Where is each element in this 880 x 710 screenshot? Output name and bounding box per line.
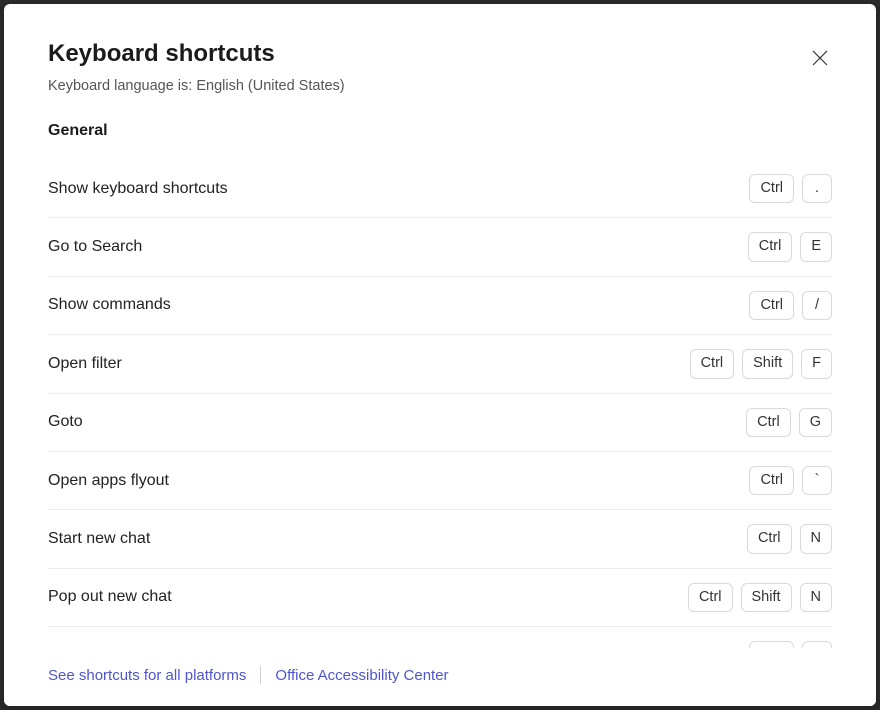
key-group: Ctrl `	[749, 466, 832, 495]
shortcut-row: Show keyboard shortcuts Ctrl.	[48, 160, 832, 218]
shortcut-label: Open filter	[48, 355, 122, 373]
key-cap: N	[800, 583, 832, 612]
shortcut-list: Show keyboard shortcuts Ctrl. Go to Search…	[48, 160, 832, 648]
key-group: Ctrl N	[747, 524, 832, 553]
key-group: Ctrl.	[749, 174, 832, 203]
keyboard-shortcuts-dialog: Keyboard shortcuts Keyboard language is:…	[4, 4, 876, 706]
key-cap: Ctrl	[749, 174, 794, 203]
shortcut-row: Pop out new chat Ctrl Shift N	[48, 569, 832, 627]
section-title-general: General	[48, 122, 832, 140]
all-platforms-link[interactable]: See shortcuts for all platforms	[48, 667, 246, 684]
shortcut-label: Open apps flyout	[48, 472, 169, 490]
key-cap: ,	[802, 641, 832, 648]
shortcut-row: Start new chat Ctrl N	[48, 510, 832, 568]
key-cap: Shift	[741, 583, 792, 612]
key-cap: Ctrl	[688, 583, 733, 612]
dialog-content: Keyboard shortcuts Keyboard language is:…	[4, 4, 876, 648]
shortcut-label: Show commands	[48, 296, 171, 314]
shortcut-row: Open filter CtrlShift F	[48, 335, 832, 393]
shortcut-row: Show commands Ctrl /	[48, 277, 832, 335]
close-icon	[812, 50, 828, 66]
key-group: CtrlE	[748, 232, 832, 261]
key-group: Ctrl /	[749, 291, 832, 320]
accessibility-center-link[interactable]: Office Accessibility Center	[275, 667, 448, 684]
key-cap: Ctrl	[747, 524, 792, 553]
shortcut-label: Show keyboard shortcuts	[48, 180, 228, 198]
footer-divider	[260, 666, 261, 684]
dialog-title: Keyboard shortcuts	[48, 40, 832, 68]
key-cap: Shift	[742, 349, 793, 378]
shortcut-label: Goto	[48, 413, 83, 431]
key-group: CtrlShift F	[690, 349, 832, 378]
key-cap: `	[802, 466, 832, 495]
dialog-footer: See shortcuts for all platforms Office A…	[4, 648, 876, 706]
shortcut-row: Open apps flyout Ctrl `	[48, 452, 832, 510]
key-cap: Ctrl	[748, 232, 793, 261]
key-cap: G	[799, 408, 832, 437]
key-cap: Ctrl	[690, 349, 735, 378]
key-cap: E	[800, 232, 832, 261]
shortcut-label: Go to Search	[48, 238, 142, 256]
key-group: Ctrl G	[746, 408, 832, 437]
key-cap: Ctrl	[749, 641, 794, 648]
close-button[interactable]	[804, 42, 836, 74]
key-group: Ctrl Shift N	[688, 583, 832, 612]
key-cap: Ctrl	[749, 291, 794, 320]
shortcut-label: Pop out new chat	[48, 588, 172, 606]
key-cap: Ctrl	[749, 466, 794, 495]
dialog-subtitle: Keyboard language is: English (United St…	[48, 78, 832, 94]
key-cap: N	[800, 524, 832, 553]
shortcut-row: Go to Search CtrlE	[48, 218, 832, 276]
shortcut-row: Goto Ctrl G	[48, 394, 832, 452]
key-cap: /	[802, 291, 832, 320]
key-cap: Ctrl	[746, 408, 791, 437]
shortcut-label: Start new chat	[48, 530, 150, 548]
shortcut-row: Open SettingsCtrl,	[48, 627, 832, 648]
key-cap: F	[801, 349, 832, 378]
key-group: Ctrl,	[749, 641, 832, 648]
key-cap: .	[802, 174, 832, 203]
